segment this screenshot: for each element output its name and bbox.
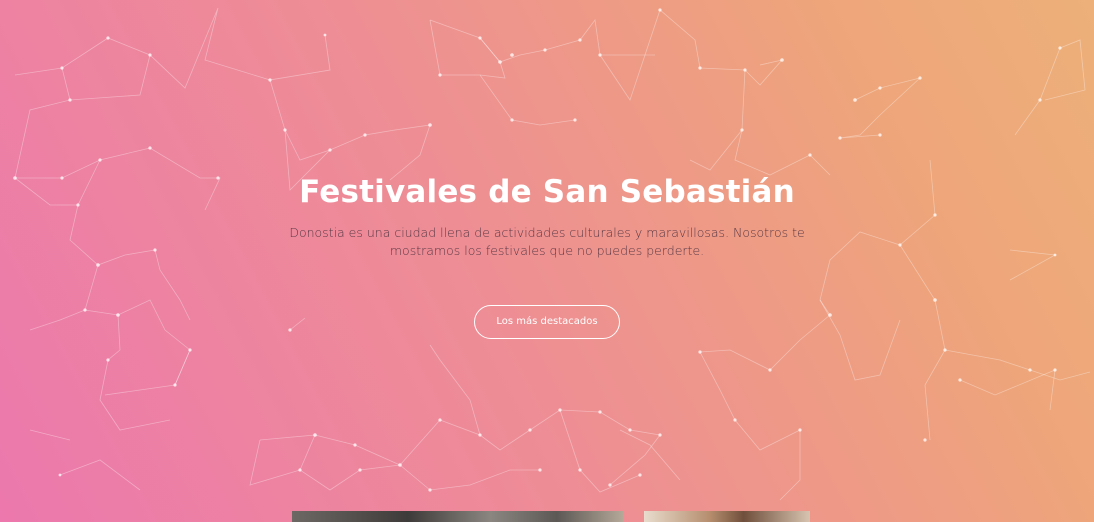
highlights-button[interactable]: Los más destacados <box>474 305 620 339</box>
hero-description: Donostia es una ciudad llena de activida… <box>289 225 805 258</box>
hero-content: Festivales de San Sebastián Donostia es … <box>0 170 1094 260</box>
hero-section: Festivales de San Sebastián Donostia es … <box>0 0 1094 522</box>
festival-card-image[interactable] <box>292 511 623 522</box>
page-title: Festivales de San Sebastián <box>299 174 795 210</box>
festival-card-image[interactable] <box>644 511 810 522</box>
particle-network-background <box>13 7 1091 501</box>
